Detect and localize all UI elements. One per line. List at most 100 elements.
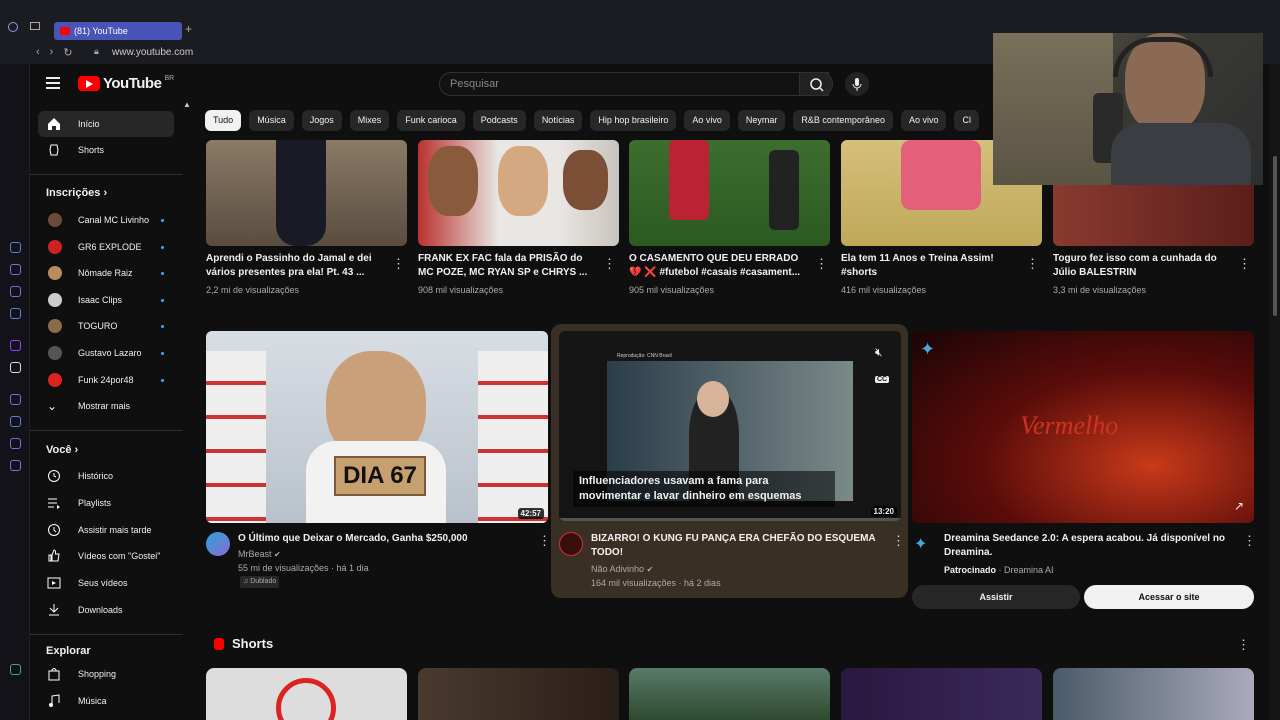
sidebar-item-music[interactable]: Música [38, 688, 174, 714]
subscription-item[interactable]: TOGURO [38, 313, 174, 339]
channel-name[interactable]: MrBeast ✔ [238, 547, 281, 562]
menu-icon[interactable] [46, 77, 60, 89]
video-title[interactable]: Toguro fez isso com a cunhada do Júlio BA… [1053, 252, 1217, 280]
opera-icon[interactable] [8, 22, 18, 32]
settings-icon[interactable] [10, 460, 21, 471]
sidebar-item-shopping[interactable]: Shopping [38, 661, 174, 687]
sidebar-item-downloads[interactable]: Downloads [38, 597, 174, 623]
channel-avatar[interactable] [559, 532, 583, 556]
sidebar-app-icon[interactable] [10, 394, 21, 405]
page-scrollbar[interactable] [1270, 64, 1280, 720]
scrollbar-thumb[interactable] [1273, 156, 1277, 316]
new-tab-button[interactable]: + [185, 22, 192, 36]
more-options-icon[interactable] [1243, 533, 1256, 549]
lock-icon[interactable]: 🔒︎ [94, 46, 99, 57]
channel-name[interactable]: Não Adivinho ✔ [591, 562, 653, 577]
sidebar-item-history[interactable]: Histórico [38, 463, 174, 489]
chip[interactable]: Ao vivo [900, 110, 947, 131]
subscription-item[interactable]: Canal MC Livinho [38, 207, 174, 233]
short-thumbnail[interactable] [418, 668, 619, 720]
more-options-icon[interactable] [1026, 256, 1039, 272]
video-title[interactable]: Aprendi o Passinho do Jamal e dei vários … [206, 252, 372, 280]
subscription-item[interactable]: GR6 EXPLODE [38, 234, 174, 260]
captions-button[interactable]: CC [875, 376, 890, 383]
advertiser-logo-icon[interactable]: ✦ [914, 534, 927, 554]
sidebar-item-shorts[interactable]: Shorts [38, 137, 174, 163]
you-heading[interactable]: Você › [46, 444, 78, 456]
sidebar-scroll-up-icon[interactable]: ▲ [183, 100, 191, 109]
channel-avatar[interactable] [206, 532, 230, 556]
chip[interactable]: Hip hop brasileiro [590, 110, 677, 131]
ad-watch-button[interactable]: Assistir [912, 585, 1080, 609]
subscription-item[interactable]: Nômade Raiz [38, 260, 174, 286]
chip[interactable]: Jogos [301, 110, 342, 131]
sidebar-app-icon[interactable] [10, 264, 21, 275]
browser-tab-youtube[interactable]: (81) YouTube [54, 22, 182, 40]
external-link-icon[interactable]: ↗ [1234, 499, 1244, 513]
back-icon[interactable]: ‹ [36, 46, 40, 59]
x-icon[interactable] [10, 362, 21, 373]
video-title[interactable]: FRANK EX FAC fala da PRISÃO do MC POZE, M… [418, 252, 587, 280]
chip[interactable]: Funk carioca [397, 110, 465, 131]
video-thumbnail[interactable]: DIA 67 42:57 [206, 331, 548, 523]
preview-progress-bar[interactable] [559, 518, 901, 521]
voice-search-button[interactable] [845, 72, 869, 96]
sidebar-item-watch-later[interactable]: Assistir mais tarde [38, 517, 174, 543]
subscription-item[interactable]: Funk 24por48 [38, 367, 174, 393]
chip[interactable]: Mixes [349, 110, 390, 131]
short-thumbnail[interactable] [629, 668, 830, 720]
more-options-icon[interactable] [815, 256, 828, 272]
sidebar-app-icon[interactable] [10, 242, 21, 253]
video-title[interactable]: BIZARRO! O KUNG FU PANÇA ERA CHEFÃO DO E… [591, 532, 876, 560]
short-thumbnail[interactable] [1053, 668, 1254, 720]
chip[interactable]: Notícias [533, 110, 583, 131]
chip[interactable]: R&B contemporâneo [793, 110, 893, 131]
show-more-button[interactable]: ⌄ Mostrar mais [38, 393, 174, 419]
sidebar-app-icon[interactable] [10, 416, 21, 427]
ad-title[interactable]: Dreamina Seedance 2.0: A espera acabou. … [944, 532, 1225, 560]
more-options-icon[interactable] [892, 533, 905, 549]
video-title[interactable]: Ela tem 11 Anos e Treina Assim! #shorts [841, 252, 994, 280]
video-preview-player[interactable]: Reprodução: CNN Brasil Influenciadores u… [559, 331, 901, 521]
ad-visit-site-button[interactable]: Acessar o site [1084, 585, 1254, 609]
forward-icon[interactable]: › [50, 46, 54, 59]
search-button[interactable] [799, 72, 833, 96]
video-title[interactable]: O CASAMENTO QUE DEU ERRADO 💔 ❌ #futebol #… [629, 252, 800, 280]
youtube-logo[interactable]: YouTube BR [78, 75, 174, 92]
search-input[interactable]: Pesquisar [439, 72, 829, 96]
subscription-item[interactable]: Gustavo Lazaro [38, 340, 174, 366]
video-thumbnail[interactable] [629, 140, 830, 246]
subscription-item[interactable]: Isaac Clips [38, 287, 174, 313]
chip[interactable]: Música [249, 110, 294, 131]
chip[interactable]: Neymar [737, 110, 786, 131]
short-thumbnail[interactable] [206, 668, 407, 720]
sidebar-app-icon[interactable] [10, 438, 21, 449]
chip[interactable]: Podcasts [472, 110, 526, 131]
url-field[interactable]: www.youtube.com [112, 47, 193, 58]
short-thumbnail[interactable] [841, 668, 1042, 720]
sidebar-item-liked[interactable]: Vídeos com "Gostei" [38, 543, 174, 569]
sidebar-item-your-videos[interactable]: Seus vídeos [38, 570, 174, 596]
sidebar-item-playlists[interactable]: Playlists [38, 490, 174, 516]
mute-icon[interactable]: 🔇︎ [875, 345, 883, 360]
subscriptions-heading[interactable]: Inscrições › [46, 187, 107, 199]
more-options-icon[interactable] [392, 256, 405, 272]
chip[interactable]: Ao vivo [684, 110, 730, 131]
chip[interactable]: Cl [954, 110, 979, 131]
more-options-icon[interactable] [1237, 637, 1250, 653]
reload-icon[interactable]: ↻ [63, 46, 72, 59]
more-options-icon[interactable] [1238, 256, 1251, 272]
more-options-icon[interactable] [603, 256, 616, 272]
chip[interactable]: Tudo [205, 110, 242, 131]
more-options-icon[interactable] [538, 533, 551, 549]
video-thumbnail[interactable] [206, 140, 407, 246]
ad-thumbnail[interactable]: Vermelho ✦ ↗ [912, 331, 1254, 523]
sidebar-item-home[interactable]: Início [38, 111, 174, 137]
twitch-icon[interactable] [10, 340, 21, 351]
video-title[interactable]: O Último que Deixar o Mercado, Ganha $25… [238, 532, 468, 546]
sidebar-app-icon[interactable] [10, 286, 21, 297]
sidebar-app-icon[interactable] [10, 308, 21, 319]
video-thumbnail[interactable] [418, 140, 619, 246]
gx-icon[interactable] [10, 664, 21, 675]
tab-overview-icon[interactable] [30, 22, 40, 30]
